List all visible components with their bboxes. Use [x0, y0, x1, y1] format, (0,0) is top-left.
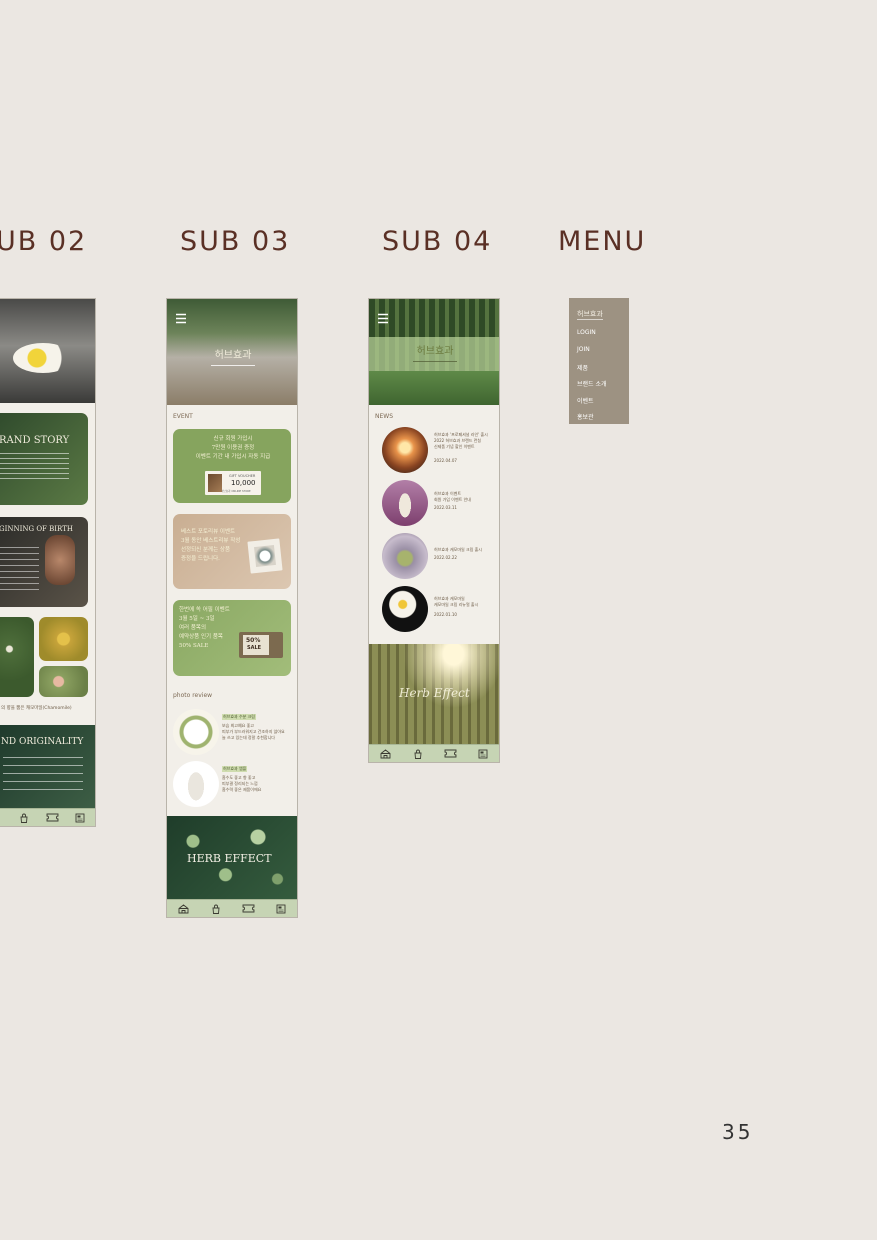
card-body — [0, 547, 39, 591]
sub02-screen: RAND STORY GINNING OF BIRTH 의 향을 뿜은 캐모마일… — [0, 298, 96, 827]
bag-icon[interactable] — [209, 903, 223, 915]
news-date: 2022.01.10 — [434, 612, 457, 617]
hamburger-icon[interactable] — [175, 309, 187, 324]
news-text: 허브효과 캐모마일 크림 출시 — [434, 547, 482, 552]
menu-item-brand[interactable]: 브랜드 소개 — [577, 379, 607, 388]
ribbon-icon — [208, 474, 222, 492]
coupon-top: 50% — [246, 637, 261, 644]
ticket-icon[interactable] — [443, 748, 457, 760]
sub04-hero-image: 허브효과 — [369, 299, 499, 405]
heading-sub03: SUB 03 — [180, 226, 291, 257]
sub04-screen: 허브효과 NEWS 허브효과 '프로페셔널 라인' 출시 2022 허브효과 브… — [368, 298, 500, 763]
home-icon[interactable] — [378, 748, 392, 760]
news-icon[interactable] — [274, 903, 288, 915]
sub02-caption: 의 향을 뿜은 캐모마일(Chamomile) — [1, 706, 72, 711]
review-text: 흡수도 좋고 향 좋고 피부결 정리되는 느낌 흡수력 좋은 제품이에요 — [222, 775, 262, 792]
menu-logo[interactable]: 허브효과 — [577, 309, 603, 320]
review-photo-ampoule — [173, 761, 219, 807]
review-tag: 허브효과 앰플 — [222, 766, 248, 772]
sub04-banner[interactable]: Herb Effect — [369, 644, 499, 745]
heading-menu: MENU — [558, 226, 647, 257]
menu-item-pr[interactable]: 홍보관 — [577, 412, 594, 421]
logo-mark: 허브효과 — [413, 345, 457, 362]
ticket-icon[interactable] — [45, 812, 59, 824]
home-icon[interactable] — [176, 903, 190, 915]
voucher-value: 10,000 — [231, 479, 256, 487]
voucher-sub: 허브효과 ONLINE STORE — [221, 490, 251, 493]
news-text: 허브효과 '프로페셔널 라인' 출시 2022 허브효과 브랜드 런칭 신제품 … — [434, 432, 488, 449]
sub03-hero-image: 허브효과 — [167, 299, 297, 405]
news-date: 2022.04.07 — [434, 458, 457, 463]
sub03-bottom-nav — [167, 899, 297, 917]
logo-mark: 허브효과 — [211, 349, 255, 366]
hand-bottle-image — [45, 535, 75, 585]
sub03-banner[interactable]: HERB EFFECT — [167, 816, 297, 900]
news-photo-daisy — [382, 586, 428, 632]
event-card-sale[interactable]: 한번에 쏙 어필 이벤트 3월 5일 ~ 3일 여러 품목의 예약상품 인기 품… — [173, 600, 291, 676]
news-date: 2022.02.22 — [434, 555, 457, 560]
origin-body — [3, 757, 83, 791]
sub02-hero-image — [0, 299, 95, 403]
sub02-brand-story-card[interactable]: RAND STORY — [0, 413, 88, 505]
hamburger-icon[interactable] — [377, 309, 389, 324]
news-label: NEWS — [375, 413, 394, 420]
daisy-image — [13, 343, 73, 373]
bag-icon[interactable] — [17, 812, 31, 824]
voucher-top: GIFT VOUCHER — [229, 474, 256, 478]
news-text: 허브효과 캐모마일 캐모마일 크림 리뉴얼 출시 — [434, 596, 479, 607]
news-date: 2022.03.11 — [434, 505, 457, 510]
bag-icon[interactable] — [411, 748, 425, 760]
news-photo-bottle — [382, 480, 428, 526]
card-title: GINNING OF BIRTH — [0, 525, 73, 533]
news-text: 허브효과 이벤트 회원 가입 이벤트 안내 — [434, 491, 471, 502]
banner-text: Herb Effect — [399, 686, 470, 700]
event-text: 신규 회원 가입시 7만원 이용권 증정 이벤트 기간 내 가입시 자동 지급 — [195, 436, 271, 460]
event-card-signup[interactable]: 신규 회원 가입시 7만원 이용권 증정 이벤트 기간 내 가입시 자동 지급 … — [173, 429, 291, 503]
origin-title: ND ORIGINALITY — [1, 737, 84, 747]
photo-frame — [247, 538, 283, 574]
heading-sub04: SUB 04 — [382, 226, 493, 257]
review-photo-cream — [173, 709, 219, 755]
banner-text: HERB EFFECT — [187, 852, 272, 865]
news-photo-sunset — [382, 427, 428, 473]
news-icon[interactable] — [476, 748, 490, 760]
card-body — [0, 453, 69, 481]
sub02-bottom-nav — [0, 808, 95, 826]
review-label: photo review — [173, 692, 213, 699]
review-tag: 허브효과 수분 크림 — [222, 714, 256, 720]
sub04-bottom-nav — [369, 744, 499, 762]
ticket-icon[interactable] — [241, 903, 255, 915]
menu-panel: 허브효과 LOGIN JOIN 제품 브랜드 소개 이벤트 홍보관 — [569, 298, 629, 424]
sub02-flower-photo-bottom-right — [39, 666, 88, 697]
sub02-origin-section: ND ORIGINALITY — [0, 725, 95, 809]
heading-sub02: UB 02 — [0, 226, 88, 257]
menu-item-login[interactable]: LOGIN — [577, 329, 596, 336]
news-icon[interactable] — [73, 812, 87, 824]
gift-voucher: GIFT VOUCHER 10,000 허브효과 ONLINE STORE — [205, 471, 261, 495]
event-label: EVENT — [173, 413, 193, 420]
event-card-review[interactable]: 베스트 포토리뷰 이벤트 3월 동안 베스트리뷰 작성 선정되신 분께는 상품 … — [173, 514, 291, 589]
event-text: 베스트 포토리뷰 이벤트 3월 동안 베스트리뷰 작성 선정되신 분께는 상품 … — [181, 529, 241, 562]
sale-coupon: 50% SALE — [239, 632, 283, 658]
sub02-birth-card[interactable]: GINNING OF BIRTH — [0, 517, 88, 607]
menu-item-products[interactable]: 제품 — [577, 363, 588, 372]
menu-item-event[interactable]: 이벤트 — [577, 396, 594, 405]
page-number: 35 — [722, 1120, 754, 1144]
menu-item-join[interactable]: JOIN — [577, 346, 590, 353]
news-photo-cream — [382, 533, 428, 579]
review-text: 보습 최고예요 좋고 피부가 부드러워지고 건조하지 않아요 늘 쓰고 있는데 … — [222, 723, 285, 740]
sub02-flower-photo-top-right — [39, 617, 88, 661]
sub02-flower-photo-left — [0, 617, 34, 697]
coupon-bottom: SALE — [247, 645, 262, 651]
card-title: RAND STORY — [0, 435, 70, 446]
sub03-screen: 허브효과 EVENT 신규 회원 가입시 7만원 이용권 증정 이벤트 기간 내… — [166, 298, 298, 918]
